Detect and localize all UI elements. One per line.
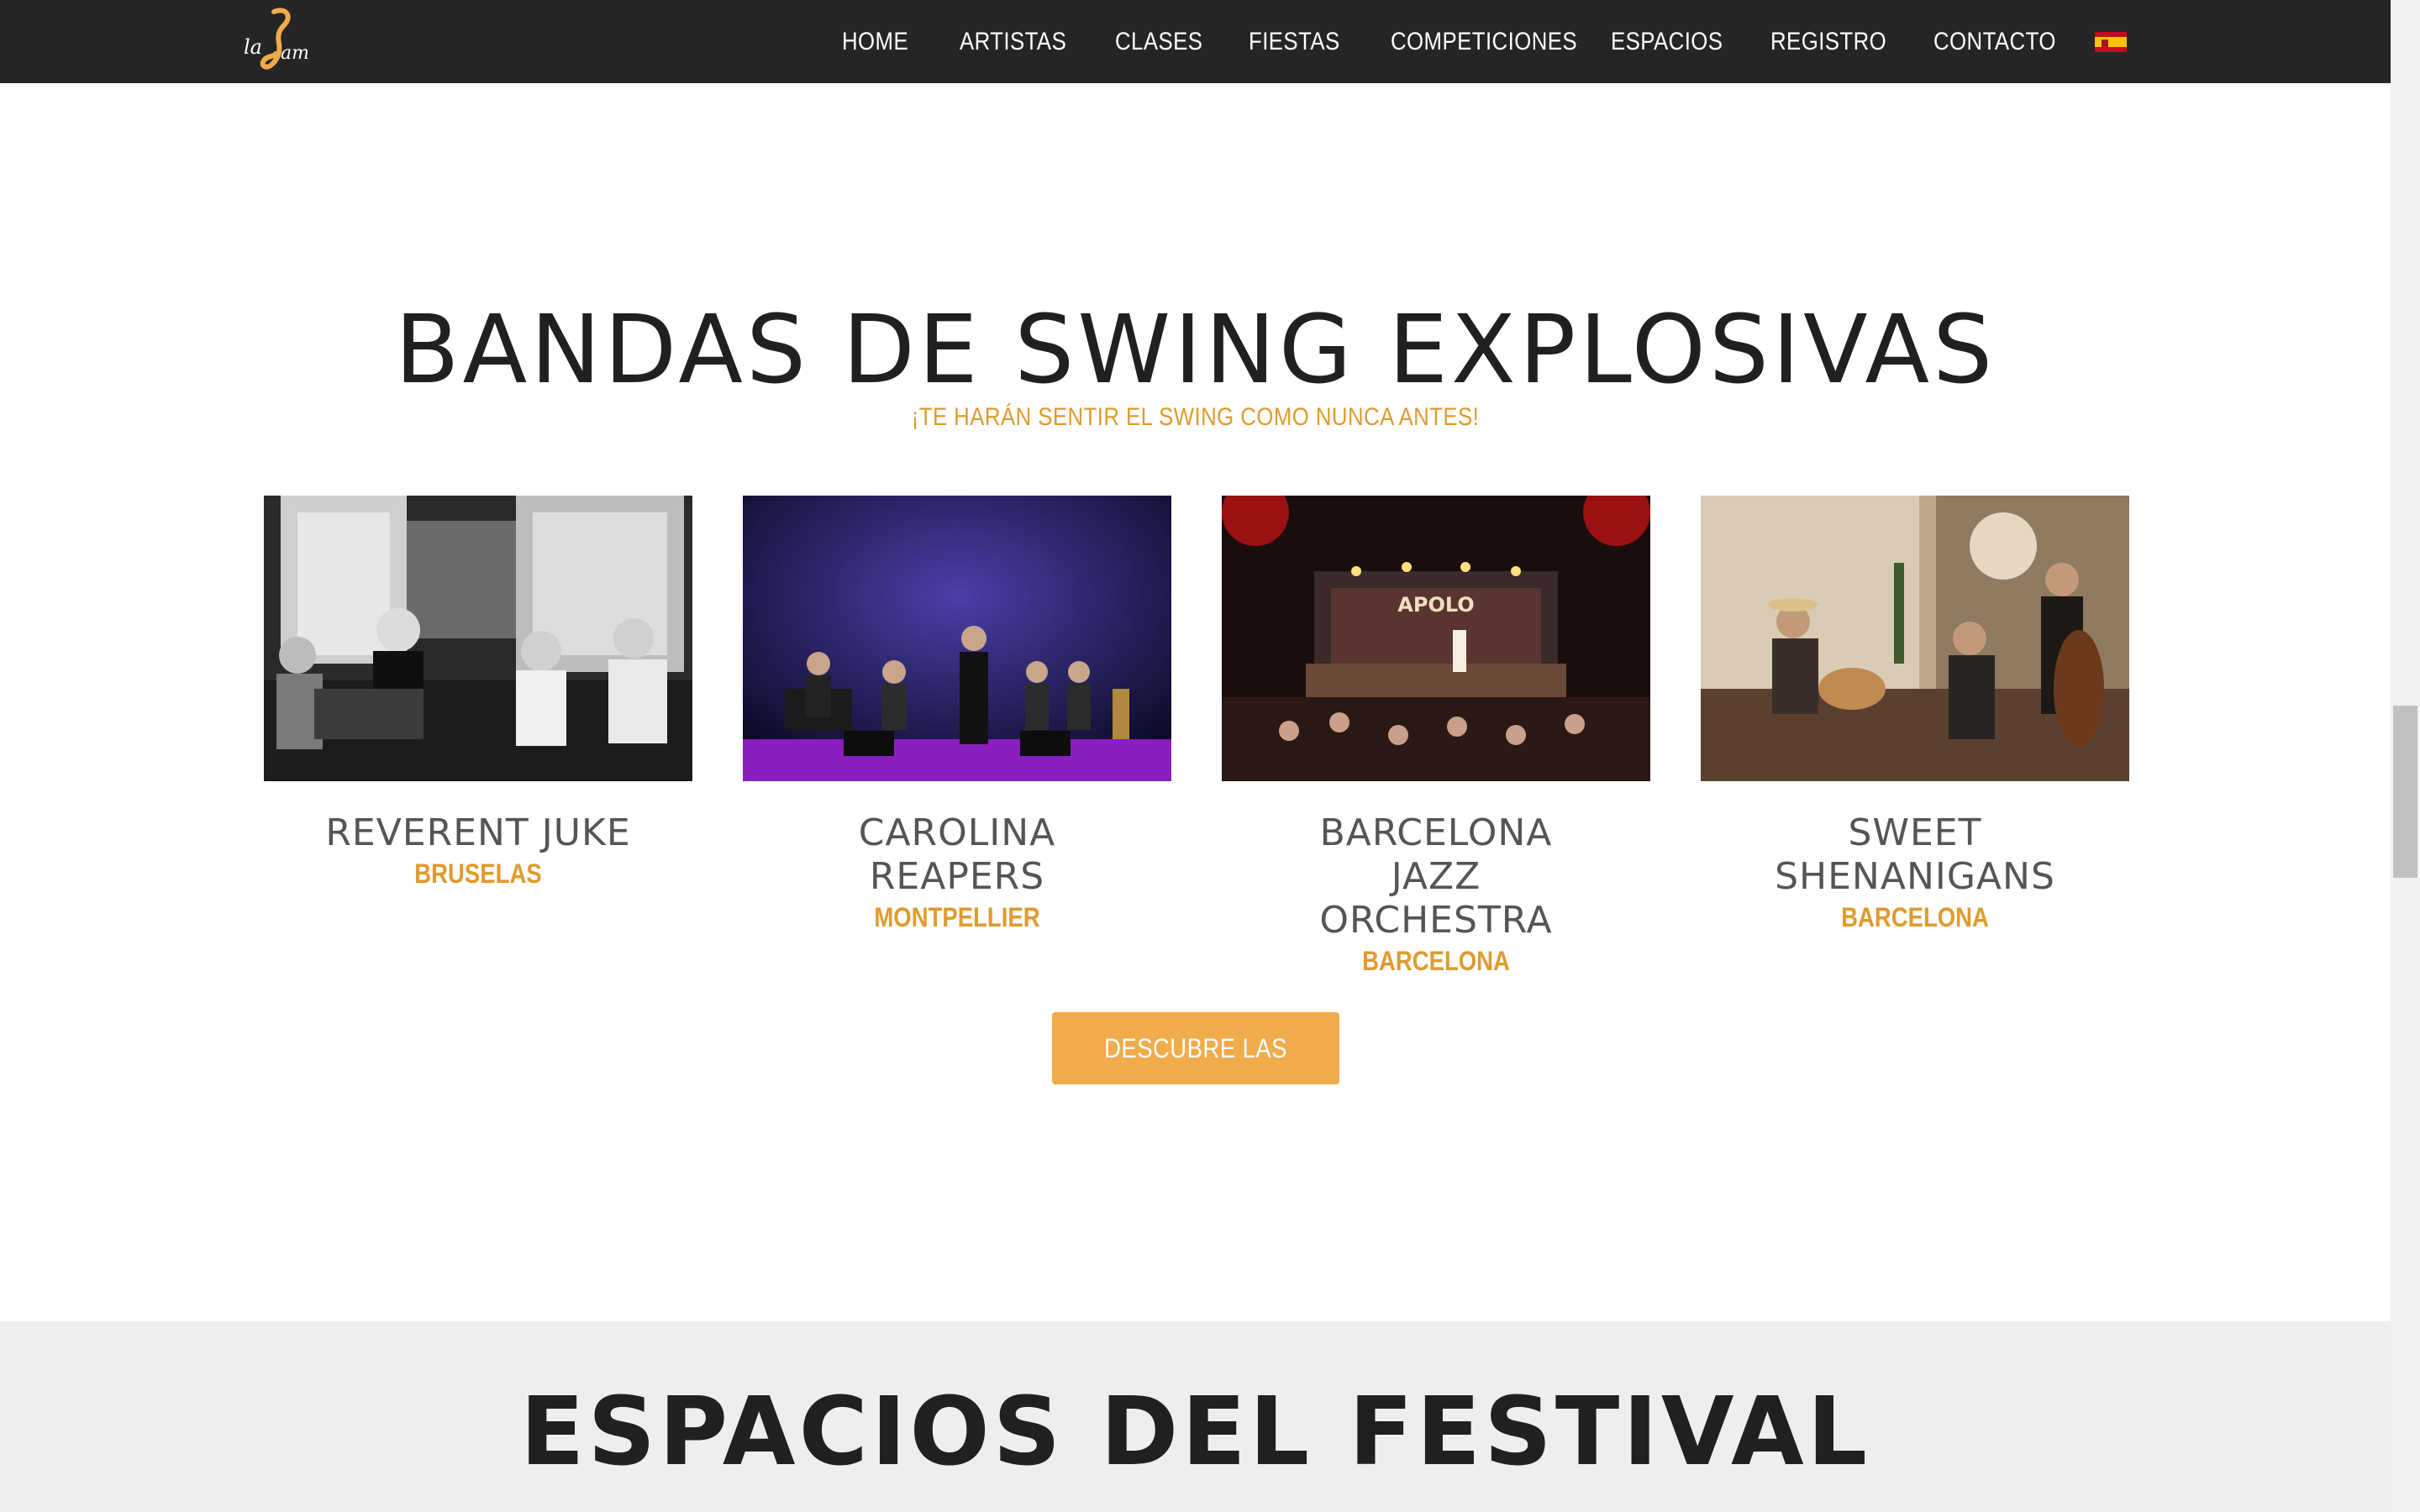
band-city: BARCELONA [1841,902,1989,932]
band-name: SWEET SHENANIGANS [1775,811,2055,898]
nav-contacto[interactable]: CONTACTO [1933,25,2056,59]
nav-home[interactable]: HOME [842,25,908,59]
band-city: BARCELONA [1362,946,1510,976]
band-name: BARCELONA JAZZ ORCHESTRA [1319,811,1553,942]
scrollbar-thumb[interactable] [2393,706,2417,878]
nav-espacios[interactable]: ESPACIOS [1611,25,1723,59]
nav-artistas[interactable]: ARTISTAS [960,25,1066,59]
nav-clases[interactable]: CLASES [1115,25,1202,59]
band-name: REVERENT JUKE [325,811,631,854]
band-card: REVERENT JUKE BRUSELAS [264,496,692,890]
band-photo-barcelona-jazz-orchestra[interactable]: APOLO [1222,496,1650,781]
nav-fiestas[interactable]: FIESTAS [1249,25,1340,59]
band-card: SWEET SHENANIGANS BARCELONA [1701,496,2129,934]
band-name: CAROLINA REAPERS [858,811,1056,898]
bands-section-subtitle: ¡TE HARÁN SENTIR EL SWING COMO NUNCA ANT… [911,403,1480,431]
band-photo-reverent-juke[interactable] [264,496,692,781]
spain-flag-icon[interactable] [2095,32,2127,52]
band-city: BRUSELAS [414,858,542,889]
band-city: MONTPELLIER [874,902,1040,932]
discover-bands-button[interactable]: DESCUBRE LAS BANDAS [1052,1012,1339,1136]
discover-bands-button-label: DESCUBRE LAS BANDAS [1104,1033,1287,1136]
bands-section-title: BANDAS DE SWING EXPLOSIVAS [394,296,1996,405]
band-photo-sweet-shenanigans[interactable] [1701,496,2129,781]
espacios-section-title: ESPACIOS DEL FESTIVAL [519,1378,1871,1487]
svg-text:APOLO: APOLO [1397,593,1474,617]
top-navbar: la am HOME ARTISTAS CLASES FIESTAS COMPE… [0,0,2391,83]
main-menu: HOME ARTISTAS CLASES FIESTAS COMPETICION… [0,0,2391,83]
nav-competiciones[interactable]: COMPETICIONES [1391,25,1577,59]
band-card: CAROLINA REAPERS MONTPELLIER [743,496,1171,934]
nav-registro[interactable]: REGISTRO [1770,25,1886,59]
band-photo-carolina-reapers[interactable] [743,496,1171,781]
band-card: APOLO BARCELONA JAZZ ORCHESTRA BARCELONA [1222,496,1650,978]
